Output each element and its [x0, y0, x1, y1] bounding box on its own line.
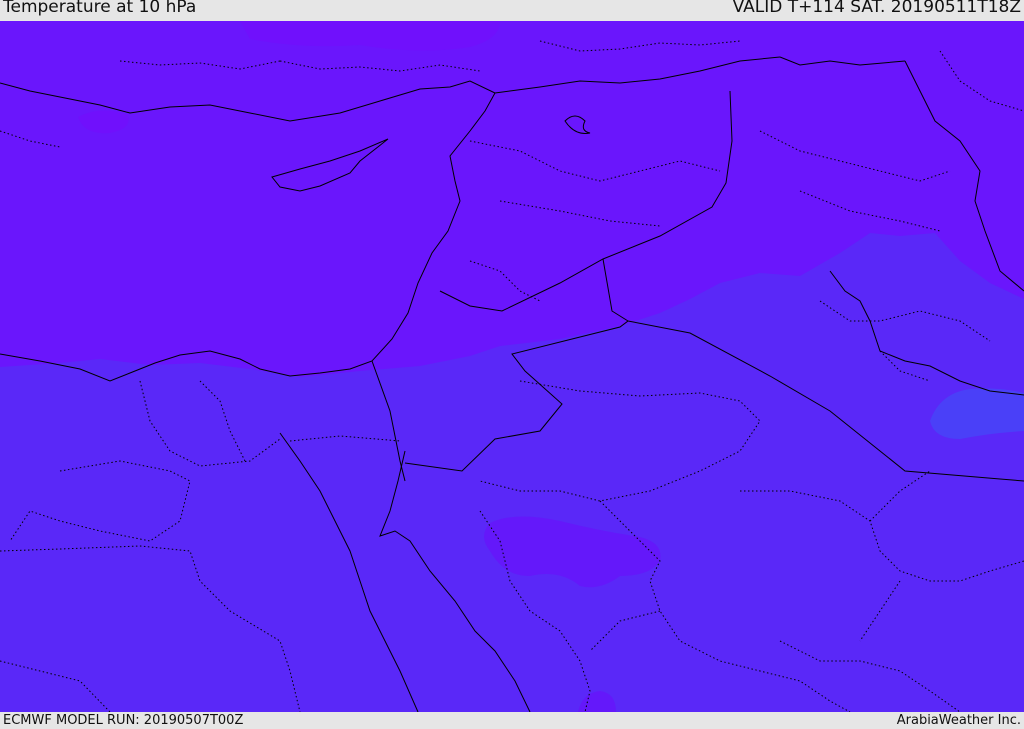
- map-title: Temperature at 10 hPa: [3, 0, 197, 17]
- credit-label: ArabiaWeather Inc.: [896, 713, 1021, 728]
- header-bar: Temperature at 10 hPa VALID T+114 SAT. 2…: [0, 0, 1024, 21]
- valid-time: VALID T+114 SAT. 20190511T18Z: [732, 0, 1021, 17]
- footer-bar: ECMWF MODEL RUN: 20190507T00Z ArabiaWeat…: [0, 712, 1024, 729]
- map-svg: [0, 21, 1024, 712]
- map-canvas[interactable]: [0, 21, 1024, 712]
- model-run-label: ECMWF MODEL RUN: 20190507T00Z: [3, 713, 244, 728]
